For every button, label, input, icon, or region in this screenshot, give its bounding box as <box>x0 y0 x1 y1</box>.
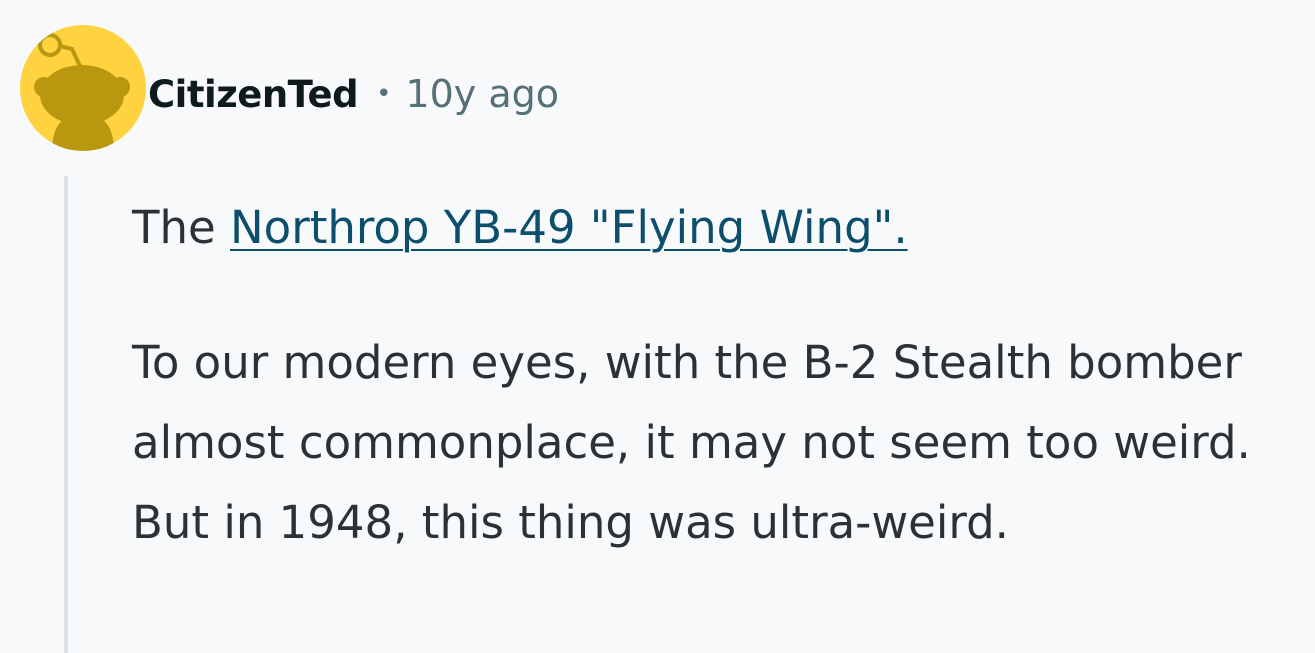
thread-line[interactable] <box>64 176 68 653</box>
user-avatar[interactable] <box>20 25 146 151</box>
comment-paragraph: The Northrop YB-49 "Flying Wing". <box>132 188 1312 268</box>
comment: CitizenTed • 10y ago The Northrop YB-49 … <box>0 0 1315 653</box>
timestamp: 10y ago <box>405 72 560 116</box>
yb49-link[interactable]: Northrop YB-49 "Flying Wing". <box>230 201 908 254</box>
comment-body: The Northrop YB-49 "Flying Wing". To our… <box>132 188 1312 563</box>
author-name[interactable]: CitizenTed <box>148 73 359 116</box>
separator-dot: • <box>376 79 392 109</box>
comment-meta: CitizenTed • 10y ago <box>148 66 559 122</box>
comment-paragraph: To our modern eyes, with the B-2 Stealth… <box>132 336 1251 549</box>
intro-text: The <box>132 201 230 254</box>
snoo-avatar-icon <box>34 33 130 151</box>
